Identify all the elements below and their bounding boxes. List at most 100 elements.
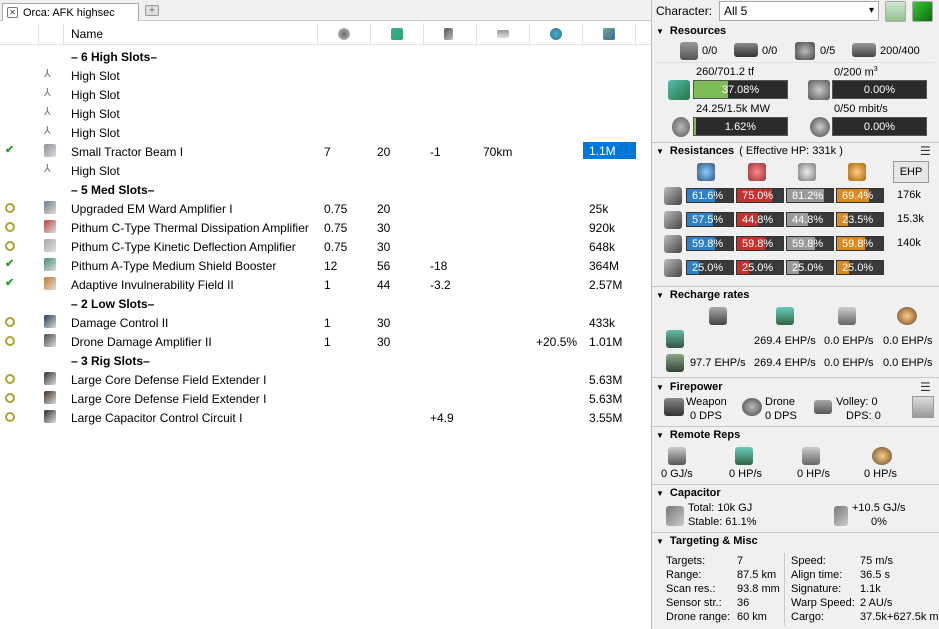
module-row[interactable]: ✔ Pithum A-Type Medium Shield Booster 12 56… <box>0 256 651 275</box>
ehp-toggle-button[interactable]: EHP <box>893 161 929 183</box>
module-row[interactable]: Pithum C-Type Kinetic Deflection Amplifi… <box>0 237 651 256</box>
volley-value: Volley: 0 <box>836 396 878 408</box>
slot-section-header[interactable]: – 6 High Slots– <box>0 47 651 66</box>
row-name: Upgraded EM Ward Amplifier I <box>71 202 233 216</box>
cell-price: 1.1M <box>583 142 636 159</box>
resist-value: 59.8% <box>686 236 734 251</box>
module-icon <box>44 372 56 385</box>
drone-bay-bar: 0.00% <box>832 80 927 99</box>
armor-layer-icon <box>664 211 682 229</box>
cell-c4: 70km <box>483 145 513 159</box>
new-tab-icon[interactable]: + <box>145 5 159 16</box>
cpu-bar: 37.08% <box>693 80 788 99</box>
online-state-icon[interactable] <box>5 374 15 384</box>
empty-slot-row[interactable]: ⅄ High Slot <box>0 161 651 180</box>
slot-section-header[interactable]: – 5 Med Slots– <box>0 180 651 199</box>
tracking-column-icon[interactable] <box>550 28 562 40</box>
firepower-menu-icon[interactable]: ☰ <box>920 380 931 394</box>
range-column-icon[interactable] <box>497 30 509 38</box>
online-state-icon[interactable] <box>5 241 15 251</box>
tab-fit[interactable]: ✕ Orca: AFK highsec <box>2 3 139 21</box>
empty-slot-row[interactable]: ⅄ High Slot <box>0 104 651 123</box>
cell-c1: 7 <box>324 145 331 159</box>
stat-value: 1.1k <box>860 583 881 595</box>
slot-section-header[interactable]: – 3 Rig Slots– <box>0 351 651 370</box>
remote-reps-header[interactable]: ▼ Remote Reps <box>656 429 740 441</box>
hull-layer-icon <box>664 235 682 253</box>
capacitor-rate: +10.5 GJ/s <box>852 502 906 514</box>
online-state-icon[interactable] <box>5 203 15 213</box>
resist-value: 69.4% <box>836 188 884 203</box>
empty-slot-row[interactable]: ⅄ High Slot <box>0 66 651 85</box>
row-name: Drone Damage Amplifier II <box>71 335 212 349</box>
row-name: Large Core Defense Field Extender I <box>71 373 267 387</box>
character-select[interactable]: All 5 ▾ <box>719 1 879 21</box>
cpu-column-icon[interactable] <box>338 28 350 40</box>
stat-value: 36.5 s <box>860 569 890 581</box>
row-name: High Slot <box>71 69 120 83</box>
row-name: – 3 Rig Slots– <box>71 354 150 368</box>
export-button[interactable] <box>912 1 933 22</box>
module-row[interactable]: Large Core Defense Field Extender I 5.63M <box>0 370 651 389</box>
refresh-button[interactable] <box>885 1 906 22</box>
module-row[interactable]: ✔ Adaptive Invulnerability Field II 1 44 -3.… <box>0 275 651 294</box>
row-name: Large Core Defense Field Extender I <box>71 392 267 406</box>
row-name: High Slot <box>71 107 120 121</box>
module-row[interactable]: Upgraded EM Ward Amplifier I 0.75 20 25k <box>0 199 651 218</box>
module-icon <box>44 410 56 423</box>
online-state-icon[interactable] <box>5 393 15 403</box>
targeting-header[interactable]: ▼ Targeting & Misc <box>656 535 758 547</box>
active-state-icon[interactable]: ✔ <box>5 257 15 270</box>
recharge-shield-boost: 269.4 EHP/s <box>754 335 816 347</box>
module-row[interactable]: Large Capacitor Control Circuit I +4.9 3.5… <box>0 408 651 427</box>
online-state-icon[interactable] <box>5 336 15 346</box>
shield-boost-icon <box>776 307 794 325</box>
empty-slot-row[interactable]: ⅄ High Slot <box>0 85 651 104</box>
cell-price: 920k <box>589 221 616 235</box>
module-row[interactable]: Large Core Defense Field Extender I 5.63M <box>0 389 651 408</box>
bandwidth-icon <box>810 117 830 137</box>
high-slot-icon: ⅄ <box>44 68 51 80</box>
row-name: High Slot <box>71 126 120 140</box>
close-icon[interactable]: ✕ <box>7 7 18 18</box>
launcher-hardpoint-icon <box>734 43 758 57</box>
remote-shield-value: 0 HP/s <box>729 468 763 480</box>
slot-section-header[interactable]: – 2 Low Slots– <box>0 294 651 313</box>
tab-bar: ✕ Orca: AFK highsec + <box>0 0 651 21</box>
drone-dps: 0 DPS <box>765 410 797 422</box>
row-name: Adaptive Invulnerability Field II <box>71 278 234 292</box>
recharge-header[interactable]: ▼ Recharge rates <box>656 289 749 301</box>
capacitor-column-icon[interactable] <box>444 28 453 40</box>
empty-slot-row[interactable]: ⅄ High Slot <box>0 123 651 142</box>
damage-profile-icon <box>664 259 682 277</box>
name-column-header[interactable]: Name <box>71 27 103 41</box>
remote-cap-value: 0 GJ/s <box>661 468 693 480</box>
online-state-icon[interactable] <box>5 222 15 232</box>
online-state-icon[interactable] <box>5 317 15 327</box>
online-state-icon[interactable] <box>5 412 15 422</box>
capacitor-pct: 0% <box>871 516 887 528</box>
resistances-header[interactable]: ▼ Resistances( Effective HP: 331k ) <box>656 145 843 157</box>
price-column-icon[interactable] <box>603 28 615 40</box>
module-row[interactable]: Drone Damage Amplifier II 1 30 +20.5% 1.01M <box>0 332 651 351</box>
module-row[interactable]: Damage Control II 1 30 433k <box>0 313 651 332</box>
module-row[interactable]: ✔ Small Tractor Beam I 7 20 -1 70km 1.1M <box>0 142 651 161</box>
cell-price: 1.01M <box>589 335 623 349</box>
cell-c3: +4.9 <box>430 411 454 425</box>
powergrid-column-icon[interactable] <box>391 28 403 40</box>
capacitor-header[interactable]: ▼ Capacitor <box>656 487 721 499</box>
stat-label: Warp Speed: <box>791 597 855 609</box>
active-state-icon[interactable]: ✔ <box>5 143 15 156</box>
module-row[interactable]: Pithum C-Type Thermal Dissipation Amplif… <box>0 218 651 237</box>
resistances-menu-icon[interactable]: ☰ <box>920 144 931 158</box>
damage-pattern-button[interactable] <box>912 396 934 418</box>
firepower-header[interactable]: ▼ Firepower <box>656 381 723 393</box>
resources-header[interactable]: ▼ Resources <box>656 25 726 37</box>
capacitor-icon <box>666 506 684 526</box>
resist-value: 25.0% <box>836 260 884 275</box>
capacitor-total: Total: 10k GJ <box>688 502 753 514</box>
chevron-down-icon: ▾ <box>868 5 874 16</box>
active-state-icon[interactable]: ✔ <box>5 276 15 289</box>
powergrid-bar: 1.62% <box>693 117 788 136</box>
cell-c1: 0.75 <box>324 240 348 254</box>
